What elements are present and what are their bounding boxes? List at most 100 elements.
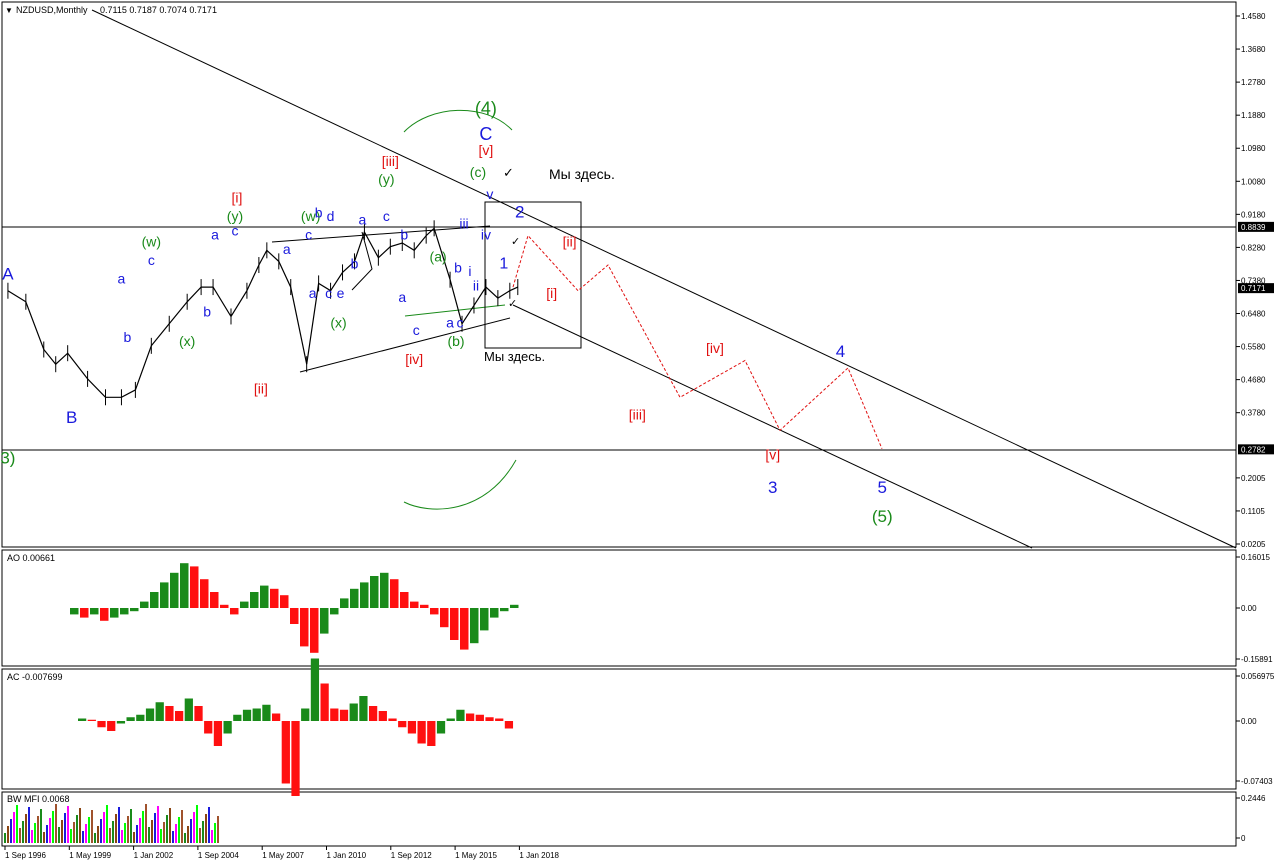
bw-bar [172, 831, 174, 843]
histogram-bar [420, 604, 429, 608]
ohlc-values: 0.7115 0.7187 0.7074 0.7171 [100, 5, 217, 15]
wave-label: a [446, 314, 454, 330]
wave-label: (b) [447, 333, 464, 349]
histogram-bar [310, 658, 320, 721]
histogram-bar [87, 719, 96, 721]
histogram-bar [410, 601, 419, 608]
trendline-channel-top[interactable] [91, 9, 1237, 549]
histogram-bar [349, 703, 358, 721]
histogram-bar [320, 608, 329, 634]
histogram-bar [130, 608, 139, 612]
bw-mfi-bars [4, 804, 219, 843]
wave-label: [i] [232, 190, 243, 206]
ao-axis: 0.16015 0.00 -0.15891 [1236, 553, 1273, 664]
trendline-channel-middle[interactable] [512, 304, 1033, 549]
arc-bottom [403, 459, 517, 510]
bw-bar [40, 809, 42, 843]
bw-bar [52, 811, 54, 843]
ac-histogram [78, 658, 514, 796]
histogram-bar [320, 683, 329, 721]
histogram-bar [240, 601, 249, 608]
pane-tick-label: 0 [1241, 834, 1246, 843]
price-tick-label: 0.3780 [1241, 409, 1266, 418]
histogram-bar [291, 721, 300, 796]
price-tick-label: 0.2782 [1241, 445, 1266, 454]
price-tick-label: 0.8280 [1241, 243, 1266, 252]
wave-label: a [118, 270, 126, 286]
bw-bar [208, 807, 210, 843]
histogram-bar [330, 608, 339, 615]
bw-bar [94, 833, 96, 843]
wave-label: c [231, 223, 238, 239]
histogram-bar [460, 608, 469, 650]
histogram-bar [417, 721, 426, 744]
bw-bar [55, 804, 57, 843]
histogram-bar [388, 718, 397, 721]
price-tick-label: 0.4680 [1241, 376, 1266, 385]
bw-bar [190, 819, 192, 843]
wave-label: b [315, 204, 323, 220]
wave-label: 1 [499, 256, 508, 273]
bw-bar [76, 815, 78, 843]
bw-bar [34, 823, 36, 843]
price-tick-label: 0.8839 [1241, 223, 1266, 232]
histogram-bar [165, 706, 174, 721]
histogram-bar [485, 717, 494, 721]
price-tick-label: 0.2005 [1241, 474, 1266, 483]
ao-title: AO 0.00661 [7, 553, 55, 563]
bw-bar [43, 832, 45, 843]
histogram-bar [150, 592, 159, 608]
histogram-bar [330, 708, 339, 721]
histogram-bar [398, 721, 407, 728]
wave-label: [iii] [382, 153, 399, 169]
ac-axis: 0.056975 0.00 -0.07403 [1236, 672, 1275, 786]
trendline-lower-inner[interactable] [404, 304, 506, 317]
wave-label: 4 [836, 342, 845, 361]
histogram-bar [90, 608, 99, 615]
histogram-bar [136, 714, 145, 721]
time-tick-label: 1 May 1999 [69, 851, 111, 860]
histogram-bar [223, 721, 232, 734]
price-tick-label: 0.0205 [1241, 540, 1266, 549]
bw-bar [130, 809, 132, 843]
wave-label: a [283, 241, 291, 257]
wave-label: [ii] [563, 234, 577, 250]
bw-bar [100, 819, 102, 843]
zoom-highlight-box[interactable] [484, 201, 582, 349]
bw-bar [199, 828, 201, 843]
bw-bar [49, 818, 51, 843]
bw-bar [142, 811, 144, 843]
histogram-bar [250, 592, 259, 608]
wave-label: d [327, 208, 335, 224]
histogram-bar [97, 721, 106, 728]
wave-label: c [413, 322, 420, 338]
bw-bar [196, 805, 198, 843]
histogram-bar [281, 721, 290, 784]
bw-bar [148, 827, 150, 843]
bw-bar [25, 814, 27, 843]
wave-label: (y) [378, 171, 394, 187]
bw-bar [103, 812, 105, 843]
bw-bar [31, 830, 33, 843]
histogram-bar [446, 718, 455, 721]
wave-label: b [454, 259, 462, 275]
dropdown-arrow-icon[interactable]: ▼ [5, 6, 13, 15]
wave-label: c [457, 314, 464, 330]
bw-bar [97, 826, 99, 843]
bw-bar [145, 804, 147, 843]
bw-bar [19, 828, 21, 843]
wave-label: c [325, 285, 332, 301]
pane-tick-label: 0.00 [1241, 604, 1257, 613]
bw-bar [88, 817, 90, 843]
bw-bar [157, 806, 159, 843]
histogram-bar [378, 711, 387, 721]
pane-tick-label: -0.15891 [1241, 655, 1273, 664]
time-tick-label: 1 Jan 2010 [327, 851, 367, 860]
bw-bar [73, 822, 75, 843]
price-tick-label: 0.7171 [1241, 284, 1266, 293]
histogram-bar [270, 588, 279, 608]
pane-tick-label: 0.00 [1241, 717, 1257, 726]
histogram-bar [504, 721, 514, 729]
wave-label: ii [473, 278, 479, 294]
bw-bar [16, 805, 18, 843]
